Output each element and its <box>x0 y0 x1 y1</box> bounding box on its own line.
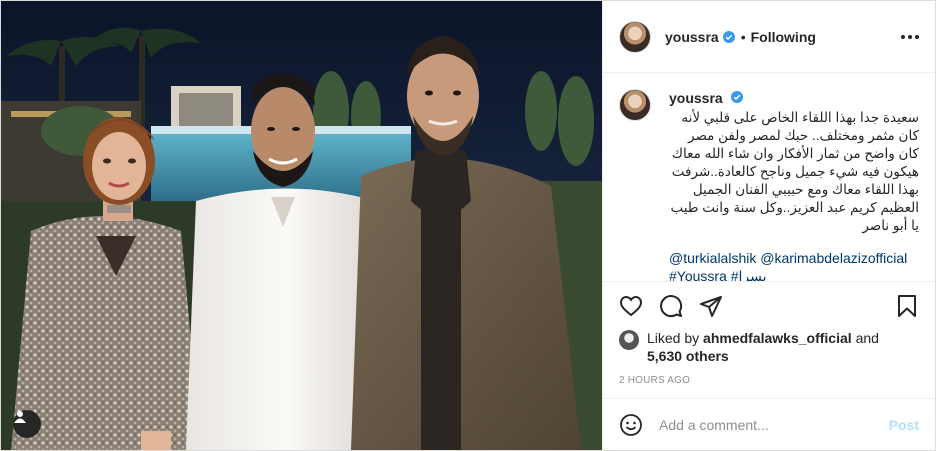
post-side-panel: youssra • Following youssra سعيدة جدا به… <box>602 1 935 450</box>
add-comment-bar: Post <box>603 398 935 450</box>
following-button[interactable]: Following <box>751 29 816 45</box>
user-tag-button[interactable] <box>13 410 41 438</box>
mention-link[interactable]: @karimabdelazizofficial <box>760 250 907 266</box>
likes-count[interactable]: 5,630 others <box>647 348 729 364</box>
instagram-post: youssra • Following youssra سعيدة جدا به… <box>0 0 936 451</box>
verified-badge-icon <box>730 91 743 103</box>
author-avatar[interactable] <box>619 20 651 53</box>
author-username[interactable]: youssra <box>665 29 719 45</box>
paper-plane-icon[interactable] <box>699 294 723 318</box>
caption-avatar[interactable] <box>619 89 651 121</box>
liked-by-prefix: Liked by <box>647 330 700 346</box>
user-tag-icon <box>14 411 26 423</box>
more-options-icon[interactable] <box>901 34 919 39</box>
post-comment-button[interactable]: Post <box>889 417 919 433</box>
bookmark-icon[interactable] <box>895 294 919 318</box>
caption: youssra سعيدة جدا بهذا اللقاء الخاص على … <box>619 89 919 281</box>
mention-link[interactable]: @turkialalshik <box>669 250 756 266</box>
caption-mentions: @turkialalshik @karimabdelazizofficial #… <box>669 249 919 281</box>
likes-summary: Liked by ahmedfalawks_official and 5,630… <box>603 329 935 365</box>
photo-illustration <box>1 1 602 450</box>
liker-username[interactable]: ahmedfalawks_official <box>703 330 852 346</box>
caption-username[interactable]: youssra <box>669 90 723 106</box>
heart-icon[interactable] <box>619 294 643 318</box>
likes-conjunction: and <box>855 330 879 346</box>
post-photo[interactable] <box>1 1 602 450</box>
header-separator: • <box>740 28 746 45</box>
hashtag-link[interactable]: #Youssra <box>669 268 727 281</box>
action-bar <box>603 281 935 329</box>
post-timestamp[interactable]: 2 HOURS AGO <box>603 375 935 386</box>
hashtag-link[interactable]: #يسرا <box>731 268 767 281</box>
smiley-icon[interactable] <box>619 413 643 437</box>
verified-badge-icon <box>722 30 735 43</box>
comment-input[interactable] <box>657 415 889 434</box>
caption-text: سعيدة جدا بهذا اللقاء الخاص على قلبي لأن… <box>670 110 919 233</box>
comments-section[interactable]: youssra سعيدة جدا بهذا اللقاء الخاص على … <box>603 73 935 281</box>
comment-bubble-icon[interactable] <box>659 294 683 318</box>
caption-body: youssra سعيدة جدا بهذا اللقاء الخاص على … <box>669 89 919 281</box>
post-header: youssra • Following <box>603 1 935 73</box>
liker-avatar[interactable] <box>619 330 639 350</box>
likes-text: Liked by ahmedfalawks_official and 5,630… <box>647 329 879 365</box>
